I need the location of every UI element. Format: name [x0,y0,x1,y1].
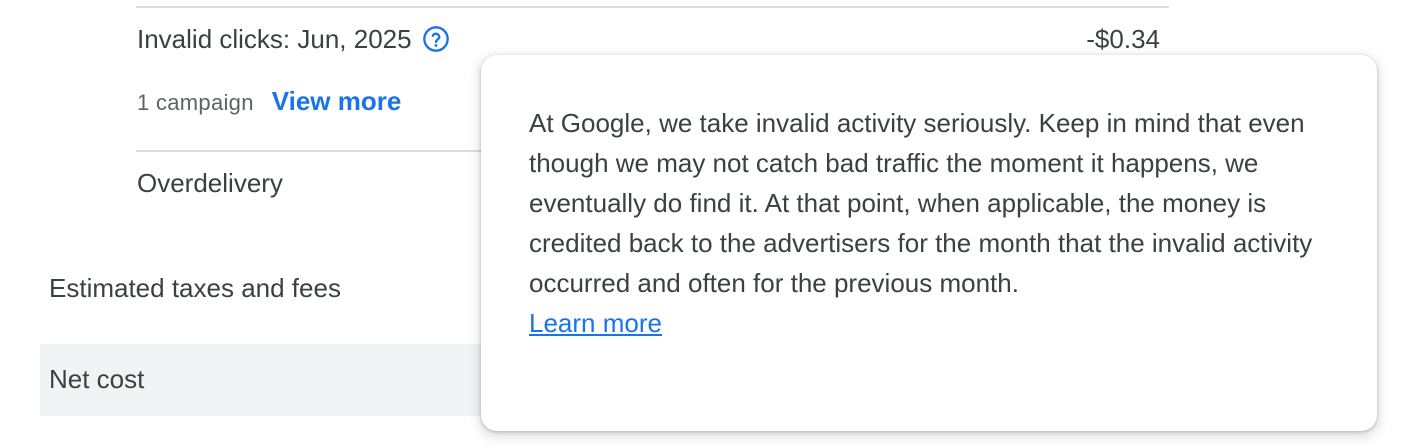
invalid-activity-tooltip: At Google, we take invalid activity seri… [481,55,1377,431]
campaign-row: 1 campaign View more [137,86,401,117]
invalid-clicks-label: Invalid clicks: Jun, 2025 [137,24,412,54]
tooltip-body: At Google, we take invalid activity seri… [529,108,1313,298]
estimated-taxes-label: Estimated taxes and fees [49,273,341,303]
billing-summary: Invalid clicks: Jun, 2025 -$0.34 1 campa… [0,0,1406,448]
help-circle-icon[interactable] [422,25,450,53]
campaign-count: 1 campaign [137,90,254,115]
overdelivery-label: Overdelivery [137,168,283,198]
invalid-clicks-row: Invalid clicks: Jun, 2025 [137,23,450,55]
view-more-link[interactable]: View more [272,86,402,117]
invalid-clicks-amount: -$0.34 [1086,24,1160,54]
net-cost-label: Net cost [49,364,145,394]
divider [136,6,1169,8]
learn-more-link[interactable]: Learn more [529,303,662,343]
